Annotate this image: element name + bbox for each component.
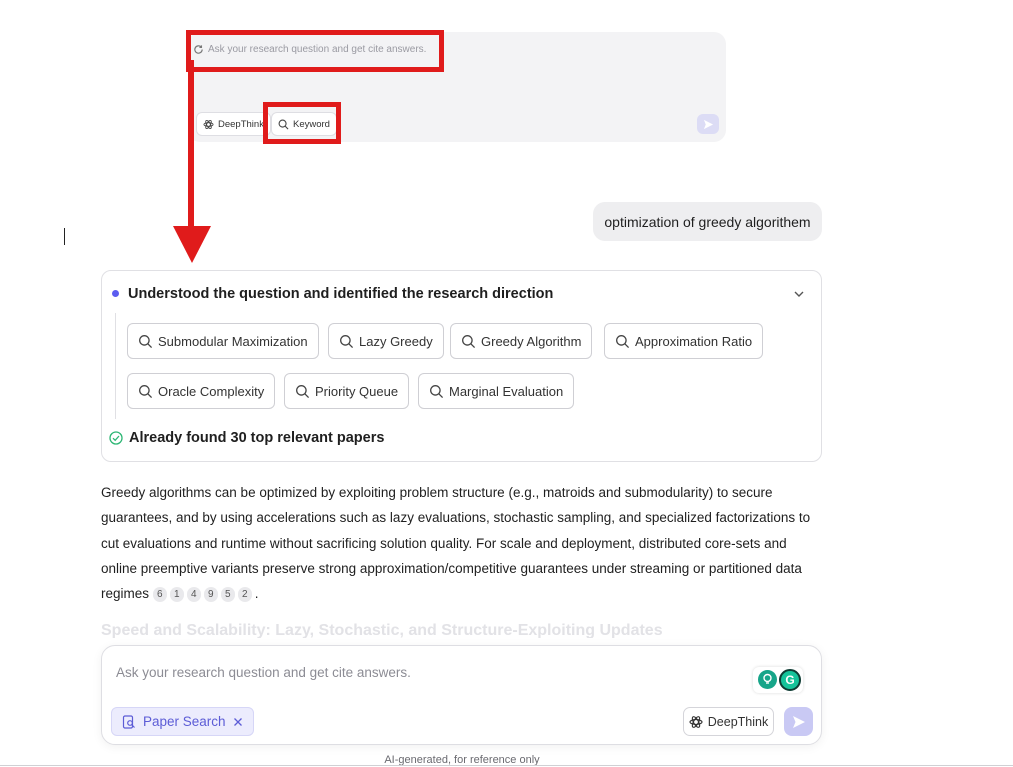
- answer-section-heading-faded: Speed and Scalability: Lazy, Stochastic,…: [101, 622, 663, 638]
- keyword-label: Submodular Maximization: [158, 333, 308, 349]
- annotation-highlight-keyword: [263, 102, 341, 144]
- citation-badge[interactable]: 1: [169, 587, 184, 603]
- citation-badge[interactable]: 6: [152, 587, 167, 603]
- paper-search-chip[interactable]: Paper Search: [111, 707, 254, 736]
- atom-icon: [203, 119, 214, 129]
- keyword-label: Greedy Algorithm: [481, 333, 582, 349]
- keyword-label: Approximation Ratio: [635, 333, 753, 349]
- thinking-timeline-line: [115, 313, 116, 419]
- status-dot: [112, 290, 119, 297]
- chevron-down-icon[interactable]: [792, 287, 806, 301]
- close-icon[interactable]: [233, 717, 243, 727]
- text-cursor: [64, 228, 65, 245]
- citation-badge[interactable]: 5: [220, 587, 235, 603]
- research-direction-title: Understood the question and identified t…: [128, 286, 554, 302]
- search-icon: [139, 334, 153, 348]
- keyword-chip[interactable]: Oracle Complexity: [127, 373, 276, 409]
- keyword-label: Oracle Complexity: [158, 383, 265, 399]
- annotation-highlight-input: [186, 30, 444, 72]
- divider: [0, 765, 1013, 766]
- keyword-chip[interactable]: Marginal Evaluation: [418, 373, 575, 409]
- question-input[interactable]: [116, 662, 676, 682]
- grammarly-g-icon[interactable]: G: [779, 669, 801, 691]
- search-icon: [296, 384, 310, 398]
- keyword-chip[interactable]: Greedy Algorithm: [450, 323, 593, 359]
- user-message-text: optimization of greedy algorithem: [604, 213, 811, 230]
- check-circle-icon: [109, 431, 123, 445]
- document-search-icon: [122, 714, 135, 729]
- keyword-chip[interactable]: Lazy Greedy: [328, 323, 444, 359]
- citation-badge[interactable]: 9: [203, 587, 218, 603]
- deepthink-button[interactable]: DeepThink: [683, 707, 774, 736]
- answer-text: Greedy algorithms can be optimized by ex…: [101, 485, 811, 602]
- answer-paragraph: Greedy algorithms can be optimized by ex…: [101, 485, 811, 603]
- papers-found-status: Already found 30 top relevant papers: [129, 430, 385, 446]
- citation-badge[interactable]: 2: [237, 587, 252, 603]
- search-icon: [462, 334, 476, 348]
- keyword-label: Priority Queue: [315, 383, 399, 399]
- search-icon: [340, 334, 354, 348]
- send-icon: [703, 119, 713, 129]
- citation-badge[interactable]: 4: [186, 587, 201, 603]
- keyword-chip[interactable]: Approximation Ratio: [604, 323, 764, 359]
- search-icon: [616, 334, 630, 348]
- annotation-arrow-head-icon: [173, 226, 211, 263]
- deepthink-label: DeepThink: [707, 714, 769, 729]
- keyword-chip[interactable]: Priority Queue: [284, 373, 410, 409]
- annotation-arrow-shaft: [188, 60, 194, 228]
- search-icon: [139, 384, 153, 398]
- inset-deepthink-label: DeepThink: [218, 118, 264, 130]
- search-icon: [430, 384, 444, 398]
- inset-deepthink-button[interactable]: DeepThink: [196, 112, 271, 136]
- keyword-label: Marginal Evaluation: [449, 383, 564, 399]
- keyword-label: Lazy Greedy: [359, 333, 433, 349]
- keyword-chip[interactable]: Submodular Maximization: [127, 323, 319, 359]
- send-icon: [792, 715, 805, 728]
- atom-icon: [689, 715, 703, 728]
- send-button[interactable]: [784, 707, 813, 736]
- lightbulb-icon[interactable]: [758, 670, 777, 689]
- inset-send-button[interactable]: [697, 114, 719, 134]
- paper-search-label: Paper Search: [143, 714, 226, 729]
- user-message-bubble: optimization of greedy algorithem: [593, 202, 822, 241]
